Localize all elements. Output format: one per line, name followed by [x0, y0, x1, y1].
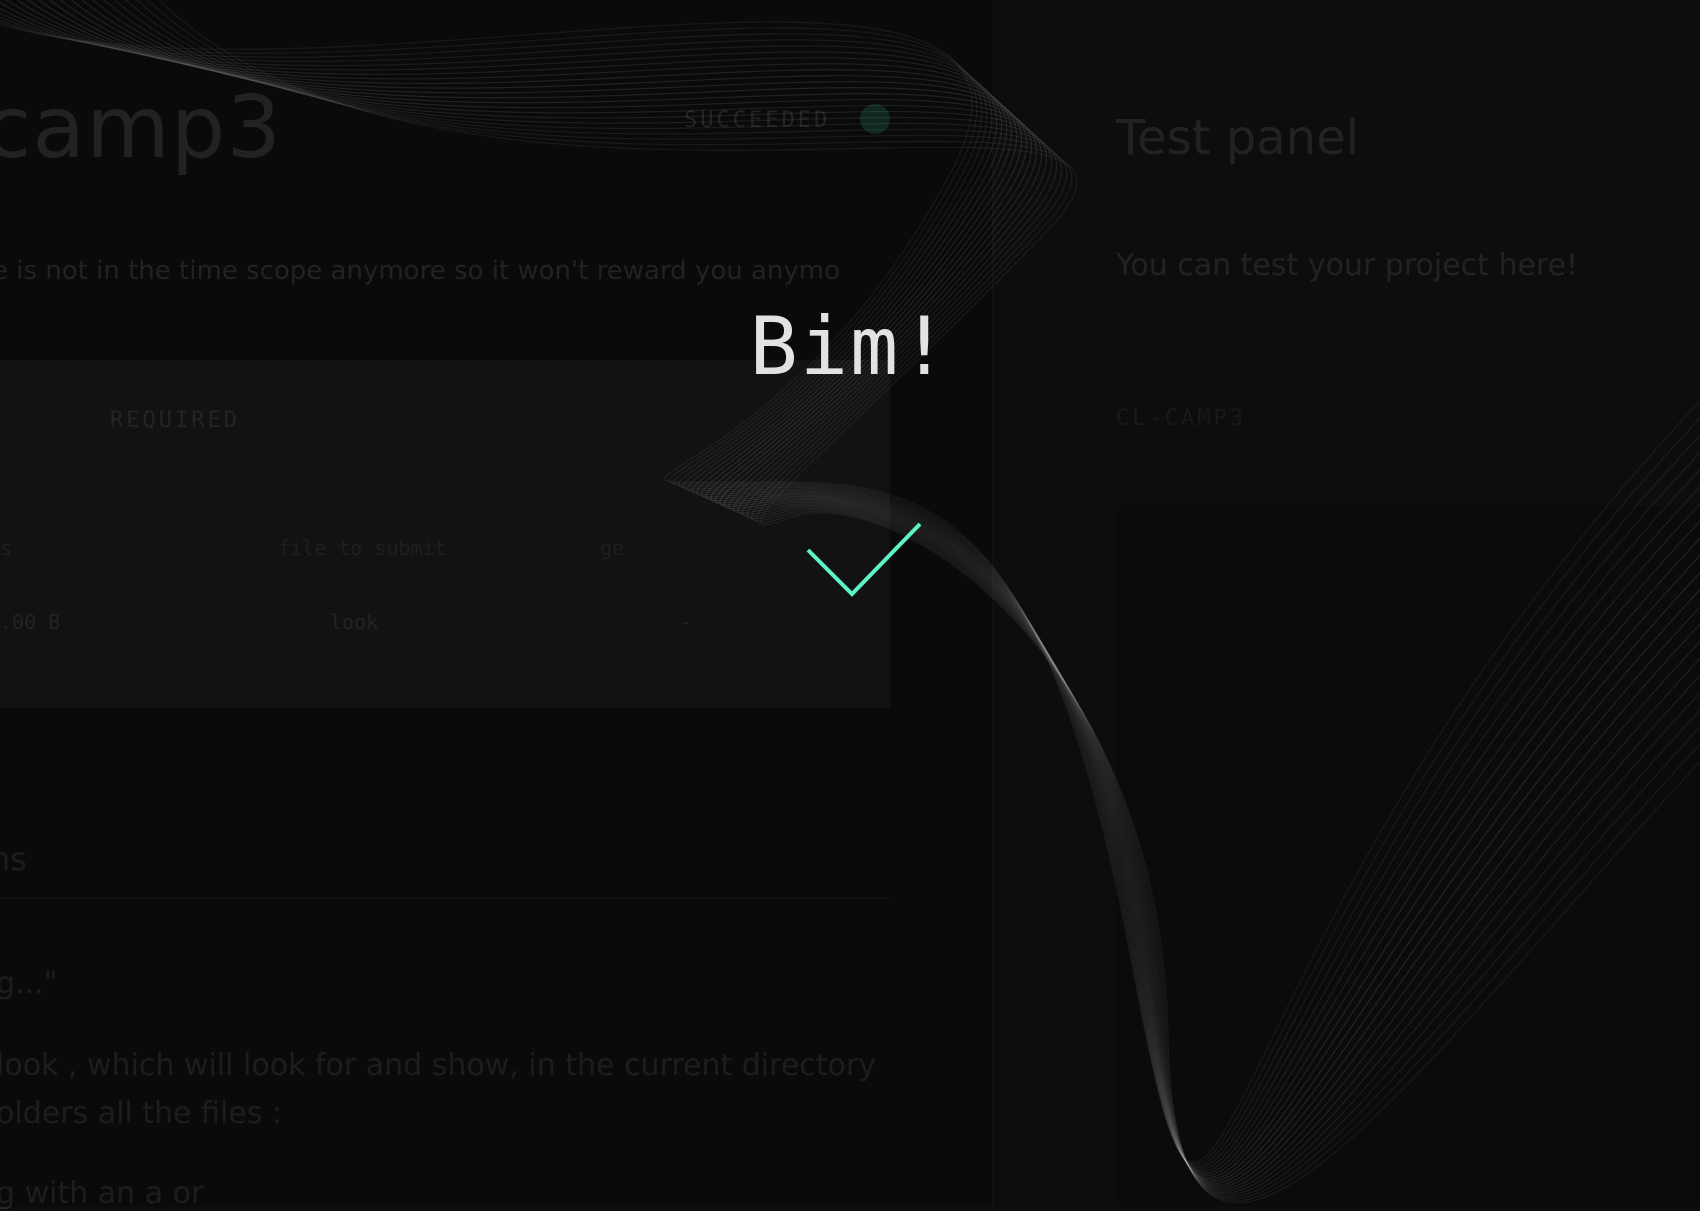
- success-title: Bim!: [749, 300, 951, 393]
- success-overlay: [0, 0, 1700, 1206]
- check-icon: [806, 522, 922, 597]
